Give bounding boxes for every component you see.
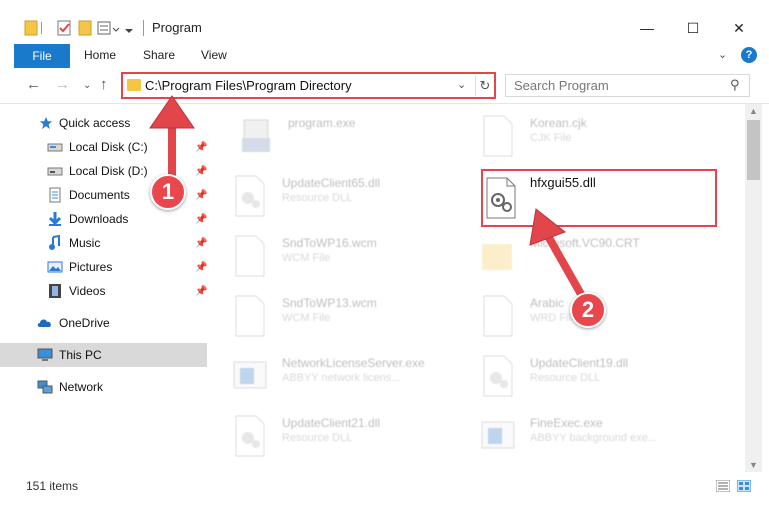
sidebar-item-label: Local Disk (D:) [69, 164, 148, 178]
sidebar-item-pictures[interactable]: Pictures 📌 [0, 255, 207, 279]
sidebar-item-label: Local Disk (C:) [69, 140, 148, 154]
folder-icon [127, 79, 141, 91]
help-icon[interactable]: ? [741, 47, 757, 63]
navigation-pane: Quick access Local Disk (C:) 📌 Local Dis… [0, 104, 210, 472]
scroll-up-icon[interactable]: ▲ [749, 106, 758, 116]
folder-icon [482, 244, 512, 270]
videos-icon [49, 284, 61, 298]
item-count: 151 items [26, 479, 79, 493]
sidebar-item-label: Quick access [59, 116, 131, 130]
executable-icon [481, 421, 515, 449]
sidebar-item-this-pc[interactable]: This PC [0, 343, 207, 367]
minimize-button[interactable]: — [624, 14, 670, 42]
sidebar-item-label: Pictures [69, 260, 113, 274]
file-item[interactable]: UpdateClient19.dll Resource DLL [480, 350, 720, 406]
file-item[interactable]: UpdateClient21.dll Resource DLL [232, 410, 472, 466]
address-path: C:\Program Files\Program Directory [145, 78, 352, 93]
up-arrow-icon[interactable]: ↑ [100, 76, 108, 93]
document-file-icon [483, 115, 513, 157]
file-item[interactable]: SndToWP16.wcm WCM File [232, 230, 472, 286]
pin-icon[interactable]: 📌 [195, 262, 207, 273]
document-file-icon [235, 235, 265, 277]
dll-gear-icon [235, 175, 265, 217]
file-item[interactable]: Korean.cjk CJK File [480, 110, 720, 166]
sidebar-item-onedrive[interactable]: OneDrive [0, 311, 207, 335]
search-icon[interactable]: ⚲ [730, 77, 740, 93]
pin-icon[interactable]: 📌 [195, 238, 207, 249]
step-badge-2: 2 [570, 292, 606, 328]
star-icon [39, 116, 53, 130]
drive-icon [47, 143, 63, 152]
sidebar-item-label: Videos [69, 284, 106, 298]
maximize-button[interactable]: ☐ [670, 14, 716, 42]
dll-gear-icon [235, 415, 265, 457]
pin-icon[interactable]: 📌 [195, 166, 207, 177]
scroll-thumb[interactable] [747, 120, 760, 180]
status-bar: 151 items [0, 474, 769, 507]
executable-icon [242, 119, 270, 152]
pin-icon[interactable]: 📌 [195, 190, 207, 201]
file-item[interactable]: NetworkLicenseServer.exe ABBYY network l… [232, 350, 472, 406]
sidebar-item-videos[interactable]: Videos 📌 [0, 279, 207, 303]
pictures-icon [47, 261, 63, 273]
sidebar-item-music[interactable]: Music 📌 [0, 231, 207, 255]
file-item[interactable]: program.exe [238, 110, 478, 166]
window-title: Program [152, 20, 202, 35]
target-file-highlight [481, 169, 717, 227]
pin-icon[interactable]: 📌 [195, 142, 207, 153]
back-arrow-icon[interactable]: ← [26, 76, 41, 93]
sidebar-item-local-disk-c[interactable]: Local Disk (C:) 📌 [0, 135, 207, 159]
file-item[interactable]: FineExec.exe ABBYY background exe... [480, 410, 720, 466]
sidebar-item-label: This PC [59, 348, 102, 362]
sidebar-item-label: Music [69, 236, 101, 250]
sidebar-item-label: Network [59, 380, 104, 394]
close-button[interactable]: ✕ [716, 14, 762, 42]
sidebar-item-label: Downloads [69, 212, 129, 226]
document-file-icon [483, 295, 513, 337]
drive-icon [47, 167, 63, 176]
executable-icon [233, 361, 267, 389]
vertical-scrollbar[interactable]: ▲ ▼ [745, 104, 762, 472]
network-icon [37, 380, 53, 394]
file-item[interactable]: UpdateClient65.dll Resource DLL [232, 170, 472, 226]
forward-arrow-icon[interactable]: → [55, 76, 70, 93]
quick-access-toolbar[interactable] [22, 18, 142, 38]
large-icons-view-icon[interactable] [737, 480, 751, 492]
file-list: program.exe Korean.cjk CJK File UpdateCl… [210, 104, 745, 472]
documents-icon [49, 187, 61, 203]
sidebar-item-network[interactable]: Network [0, 375, 207, 399]
file-item[interactable]: Microsoft.VC90.CRT [480, 230, 720, 286]
search-placeholder: Search Program [514, 78, 609, 93]
title-separator [143, 20, 144, 36]
cloud-icon [37, 319, 51, 327]
pin-icon[interactable]: 📌 [195, 214, 207, 225]
tab-share[interactable]: Share [143, 48, 175, 62]
address-bar[interactable]: C:\Program Files\Program Directory ⌄ ↻ [121, 72, 496, 99]
scroll-down-icon[interactable]: ▼ [749, 460, 758, 470]
pin-icon[interactable]: 📌 [195, 286, 207, 297]
sidebar-item-label: Documents [69, 188, 130, 202]
document-file-icon [235, 295, 265, 337]
expand-ribbon-icon[interactable]: ⌄ [718, 48, 727, 61]
tab-file[interactable]: File [14, 44, 70, 68]
step-badge-1: 1 [150, 174, 186, 210]
refresh-icon[interactable]: ↻ [475, 75, 494, 96]
downloads-icon [48, 212, 62, 226]
dll-gear-icon [483, 355, 513, 397]
file-item[interactable]: SndToWP13.wcm WCM File [232, 290, 472, 346]
computer-icon [37, 348, 53, 361]
tab-view[interactable]: View [201, 48, 227, 62]
sidebar-item-label: OneDrive [59, 316, 110, 330]
search-input[interactable]: Search Program ⚲ [505, 74, 750, 97]
details-view-icon[interactable] [716, 480, 730, 492]
sidebar-item-downloads[interactable]: Downloads 📌 [0, 207, 207, 231]
chevron-down-icon[interactable]: ⌄ [457, 78, 466, 91]
music-icon [49, 235, 60, 250]
sidebar-item-quick-access[interactable]: Quick access [0, 111, 207, 135]
tab-home[interactable]: Home [84, 48, 116, 62]
recent-locations-icon[interactable]: ⌄ [83, 80, 91, 91]
